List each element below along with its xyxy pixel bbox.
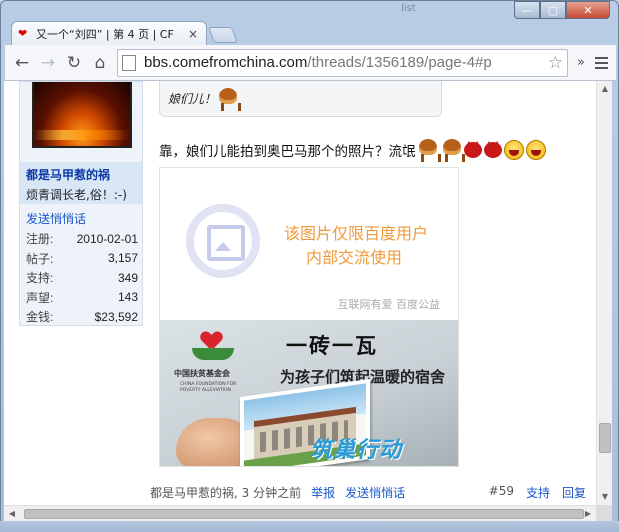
chrome-menu-icon[interactable] [590,52,612,74]
stat-row: 注册: 2010-02-01 [26,229,138,249]
horizontal-scroll-thumb[interactable] [24,509,584,519]
favicon-icon: ❤ [18,26,28,40]
placeholder-line2: 内部交流使用 [306,248,403,267]
stat-row: 金钱: $23,592 [26,307,138,327]
tab-active[interactable]: ❤ 又一个“刘四” | 第 4 页 | CF × [11,21,207,45]
stat-label: 支持: [26,271,54,286]
scroll-up-icon[interactable]: ▲ [597,81,613,97]
user-title: 烦青调长老,俗！:-) [26,188,127,202]
page-viewport: 都是马甲惹的祸 烦青调长老,俗！:-) 发送悄悄话 注册: 2010-02-01 … [4,81,612,505]
post-footer: 都是马甲惹的祸, 3 分钟之前 举报 发送悄悄话 #59 支持 回复 [150,484,586,501]
reply-link[interactable]: 回复 [562,484,586,501]
stat-value: 349 [117,270,138,285]
browser-toolbar: ← → ↻ ⌂ bbs.comefromchina.com /threads/1… [5,45,616,81]
laughing-emoticon-icon [525,140,546,160]
horizontal-scrollbar[interactable]: ◀ ▶ [4,505,612,521]
new-tab-button[interactable] [208,27,238,43]
back-button[interactable]: ← [9,50,35,76]
reload-button[interactable]: ↻ [61,50,87,76]
stat-row: 声望: 143 [26,288,138,308]
window-controls: — ▢ ✕ [514,1,610,19]
send-pm-link[interactable]: 发送悄悄话 [26,210,86,227]
tab-strip: ❤ 又一个“刘四” | 第 4 页 | CF × [11,19,611,45]
home-button[interactable]: ⌂ [87,50,113,76]
stat-value: 2010-02-01 [76,231,138,246]
ad-cta: 筑巢行动 [310,438,403,463]
minimize-button[interactable]: — [514,1,540,19]
taz-emoticon-icon [216,86,242,112]
stat-row: 帖子: 3,157 [26,249,138,269]
background-window-text: list [401,3,416,14]
address-bar[interactable]: bbs.comefromchina.com /threads/1356189/p… [117,48,568,77]
vertical-scrollbar[interactable]: ▲ ▼ [596,81,612,505]
stat-label: 金钱: [26,310,54,325]
placeholder-footer: 互联网有爱 百度公益 [337,298,441,311]
quote-block: 娘们儿！ [159,81,442,117]
scroll-left-icon[interactable]: ◀ [4,506,20,522]
url-path: /threads/1356189/page-4#p [307,54,492,71]
post-body: 靠，娘们儿能拍到奥巴马那个的照片？流氓 [159,137,546,163]
post-actions: #59 支持 回复 [489,484,586,501]
post-meta: 都是马甲惹的祸, 3 分钟之前 [150,486,302,500]
tab-close-icon[interactable]: × [186,27,200,41]
stat-label: 声望: [26,290,54,305]
laughing-emoticon-icon [503,140,524,160]
forward-button[interactable]: → [35,50,61,76]
broken-image-icon [186,204,260,278]
image-placeholder: 该图片仅限百度用户 内部交流使用 互联网有爱 百度公益 [160,168,458,320]
ad-org-name-en: CHINA FOUNDATION FOR POVERTY ALLEVIATION [180,382,237,393]
user-stats: 注册: 2010-02-01 帖子: 3,157 支持: 349 声望: 143 金钱:… [26,229,138,327]
stat-label: 注册: [26,232,54,247]
ad-org-name: 中国扶贫基金会 [174,369,230,378]
scroll-right-icon[interactable]: ▶ [580,506,596,522]
scroll-down-icon[interactable]: ▼ [597,489,613,505]
ad-headline: 一砖一瓦 [286,334,378,358]
stat-row: 支持: 349 [26,268,138,288]
page-icon [122,54,136,71]
bookmark-star-icon[interactable]: ☆ [543,52,563,73]
post-image[interactable]: 该图片仅限百度用户 内部交流使用 互联网有爱 百度公益 中国扶贫基金会 CHIN… [159,167,459,467]
devil-emoticon-icon [483,141,502,158]
maximize-button[interactable]: ▢ [540,1,566,19]
foundation-logo-icon [184,330,244,372]
devil-emoticon-icon [463,141,482,158]
url-host: bbs.comefromchina.com [144,54,308,71]
stat-value: 3,157 [107,251,138,266]
charity-ad-banner[interactable]: 中国扶贫基金会 CHINA FOUNDATION FOR POVERTY ALL… [160,320,458,466]
stat-value: $23,592 [94,309,138,324]
support-link[interactable]: 支持 [526,484,550,501]
stat-label: 帖子: [26,251,54,266]
report-link[interactable]: 举报 [311,484,335,501]
close-window-button[interactable]: ✕ [566,1,610,19]
username-box: 都是马甲惹的祸 烦青调长老,俗！:-) [20,162,142,204]
stat-value: 143 [117,290,138,305]
taz-emoticon-icon [416,137,441,163]
username-link[interactable]: 都是马甲惹的祸 [26,166,136,183]
user-profile-card: 都是马甲惹的祸 烦青调长老,俗！:-) 发送悄悄话 注册: 2010-02-01 … [19,81,143,326]
taz-emoticon-icon [440,137,465,163]
scrollbar-corner [596,505,612,521]
window-frame-bottom [0,521,619,532]
placeholder-line1: 该图片仅限百度用户 [284,224,429,243]
tab-title: 又一个“刘四” | 第 4 页 | CF [36,27,174,41]
quote-text: 娘们儿！ [168,92,217,106]
avatar[interactable] [32,82,132,148]
send-pm-footer-link[interactable]: 发送悄悄话 [345,484,405,501]
post-number[interactable]: #59 [489,484,514,501]
post-text: 靠，娘们儿能拍到奥巴马那个的照片？流氓 [159,144,416,160]
extensions-overflow-icon[interactable]: » [572,55,590,70]
vertical-scroll-thumb[interactable] [599,423,611,453]
